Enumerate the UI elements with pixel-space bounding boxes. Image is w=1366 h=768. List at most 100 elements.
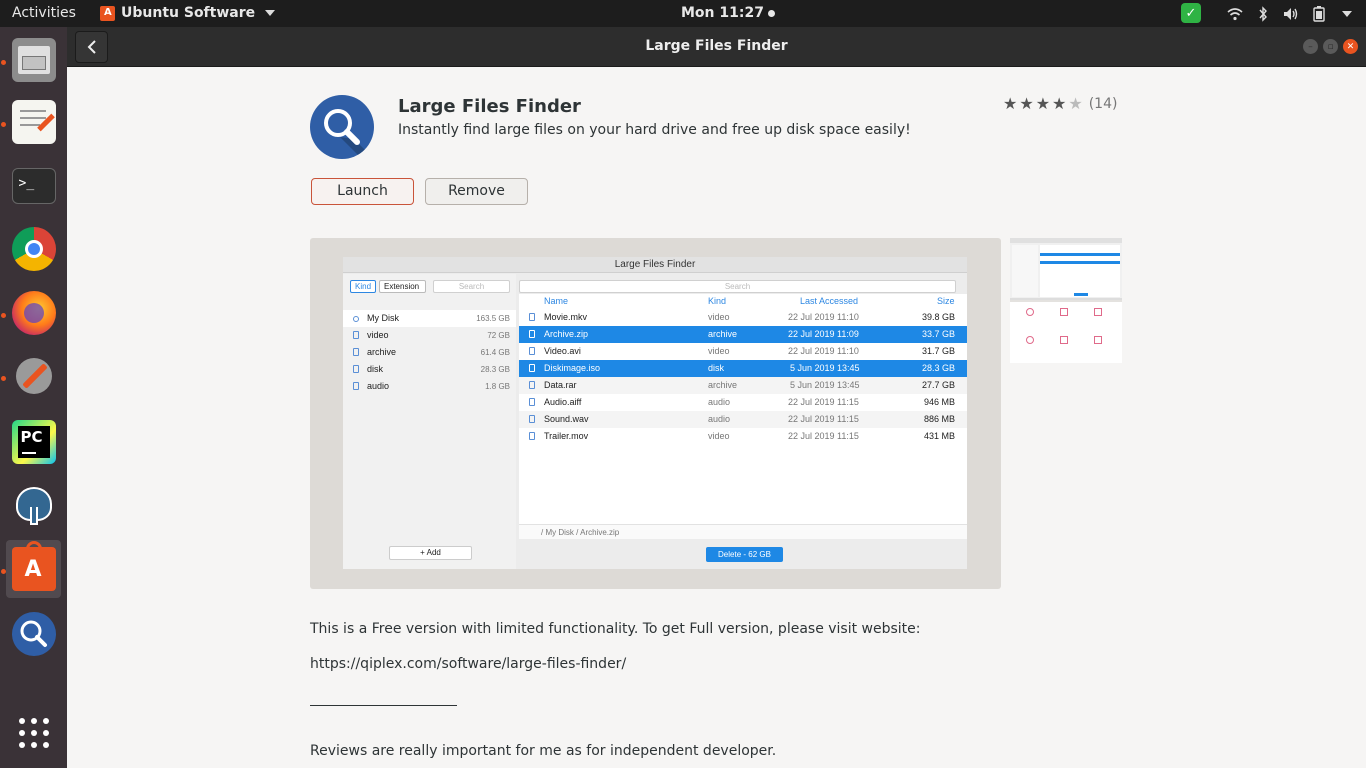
file-icon (529, 364, 535, 372)
file-row: Archive.zip archive 22 Jul 2019 11:09 33.7 … (519, 326, 967, 343)
running-indicator (1, 60, 6, 65)
dock-item-chrome[interactable] (6, 220, 61, 278)
thumbnail-bottom-preview (1010, 302, 1122, 363)
file-icon (353, 348, 359, 356)
large-files-finder-icon (11, 612, 56, 656)
app-icon (310, 95, 374, 159)
file-icon (529, 330, 535, 338)
star-filled-icon: ★ (1003, 94, 1018, 113)
text-editor-icon (11, 100, 56, 144)
notification-dot-icon (767, 9, 775, 17)
dock-item-pycharm[interactable]: PC (6, 413, 61, 471)
screenshot-file-list: Search Name Kind Last Accessed Size Movi… (519, 274, 967, 569)
dock-item-files[interactable] (6, 31, 61, 89)
tools-icon (12, 354, 56, 398)
volume-icon (1282, 5, 1300, 23)
add-button: + Add (389, 546, 472, 560)
clock[interactable]: Mon 11:27 (681, 5, 775, 21)
star-empty-icon: ★ (1068, 94, 1083, 113)
firefox-icon (11, 291, 56, 335)
screenshot-bottom-bar: Delete - 62 GB (519, 539, 967, 569)
maximize-icon: ▫ (1327, 41, 1334, 52)
file-icon (529, 313, 535, 321)
file-row: Diskimage.iso disk 5 Jun 2019 13:45 28.3 GB (519, 360, 967, 377)
file-icon (529, 398, 535, 406)
dock: >_ PC A (0, 27, 67, 768)
screenshot-window-title: Large Files Finder (343, 257, 967, 273)
running-indicator (1, 313, 6, 318)
minimize-icon: – (1308, 41, 1313, 52)
show-applications-button[interactable] (6, 704, 61, 762)
running-indicator (1, 122, 6, 127)
description-link: https://qiplex.com/software/large-files-… (310, 656, 627, 672)
segment-kind: Kind (350, 280, 377, 293)
running-indicator (1, 376, 6, 381)
chevron-down-icon (265, 10, 276, 16)
sidebar-row: archive 61.4 GB (343, 344, 516, 361)
file-row: Trailer.mov video 22 Jul 2019 11:15 431 MB (519, 428, 967, 445)
files-icon (11, 38, 56, 82)
file-icon (353, 382, 359, 390)
column-header: Kind (708, 296, 727, 306)
dock-item-pgadmin[interactable] (6, 476, 61, 534)
pgadmin-icon (12, 483, 56, 527)
sidebar-row: video 72 GB (343, 327, 516, 344)
dock-item-text-editor[interactable] (6, 93, 61, 151)
dock-item-ubuntu-software[interactable]: A (6, 540, 61, 598)
close-icon: ✕ (1346, 41, 1355, 52)
dock-item-terminal[interactable]: >_ (6, 157, 61, 215)
file-icon (529, 432, 535, 440)
minimize-button[interactable]: – (1303, 39, 1318, 54)
maximize-button[interactable]: ▫ (1323, 39, 1338, 54)
file-icon (353, 331, 359, 339)
activities-button[interactable]: Activities (12, 5, 76, 21)
sidebar-row: My Disk 163.5 GB (343, 310, 516, 327)
battery-icon (1310, 5, 1328, 23)
path-bar: / My Disk / Archive.zip (519, 524, 967, 540)
file-search: Search (519, 280, 956, 293)
screenshot-sidebar: Kind Extension Search My Disk 163.5 GB vi… (343, 274, 516, 569)
running-indicator (1, 569, 6, 574)
rating[interactable]: ★ ★ ★ ★ ★ (14) (1003, 94, 1117, 113)
file-row: Movie.mkv video 22 Jul 2019 11:10 39.8 GB (519, 309, 967, 326)
screenshot-main[interactable]: Large Files Finder Kind Extension Search… (310, 238, 1001, 589)
column-header: Size (937, 296, 955, 306)
description-paragraph: Reviews are really important for me as f… (310, 743, 777, 759)
close-button[interactable]: ✕ (1343, 39, 1358, 54)
file-row: Sound.wav audio 22 Jul 2019 11:15 886 MB (519, 411, 967, 428)
star-filled-icon: ★ (1052, 94, 1067, 113)
segment-extension: Extension (379, 280, 426, 293)
app-menu-label: Ubuntu Software (121, 5, 256, 21)
star-filled-icon: ★ (1019, 94, 1034, 113)
app-menu[interactable]: Ubuntu Software (100, 5, 276, 21)
wifi-icon (1226, 5, 1244, 23)
screenshot-thumbnail[interactable] (1010, 238, 1122, 363)
app-grid-icon (18, 718, 49, 748)
dock-item-large-files-finder[interactable] (6, 605, 61, 663)
top-bar: Activities Ubuntu Software Mon 11:27 ✓ (0, 0, 1366, 27)
ubuntu-software-bag-icon: A (11, 541, 56, 591)
terminal-icon: >_ (11, 168, 56, 204)
launch-button[interactable]: Launch (311, 178, 414, 205)
file-icon (529, 347, 535, 355)
app-name: Large Files Finder (398, 96, 581, 117)
chrome-icon (11, 227, 56, 271)
app-details-page: Large Files Finder Instantly find large … (67, 67, 1366, 768)
description-paragraph: This is a Free version with limited func… (310, 621, 921, 637)
dock-item-system-tools[interactable] (6, 347, 61, 405)
clock-label: Mon 11:27 (681, 5, 764, 21)
update-check-icon[interactable]: ✓ (1181, 3, 1201, 23)
column-header: Name (544, 296, 569, 306)
thumbnail-top-preview (1010, 238, 1122, 300)
header-bar: Large Files Finder – ▫ ✕ (67, 27, 1366, 67)
dock-item-firefox[interactable] (6, 284, 61, 342)
rating-count: (14) (1088, 95, 1118, 112)
sidebar-row: disk 28.3 GB (343, 361, 516, 378)
file-row: Video.avi video 22 Jul 2019 11:10 31.7 GB (519, 343, 967, 360)
system-tray[interactable] (1226, 0, 1366, 27)
window-title: Large Files Finder (645, 38, 788, 54)
sidebar-search: Search (433, 280, 510, 293)
file-icon (529, 415, 535, 423)
star-filled-icon: ★ (1035, 94, 1051, 113)
remove-button[interactable]: Remove (425, 178, 528, 205)
